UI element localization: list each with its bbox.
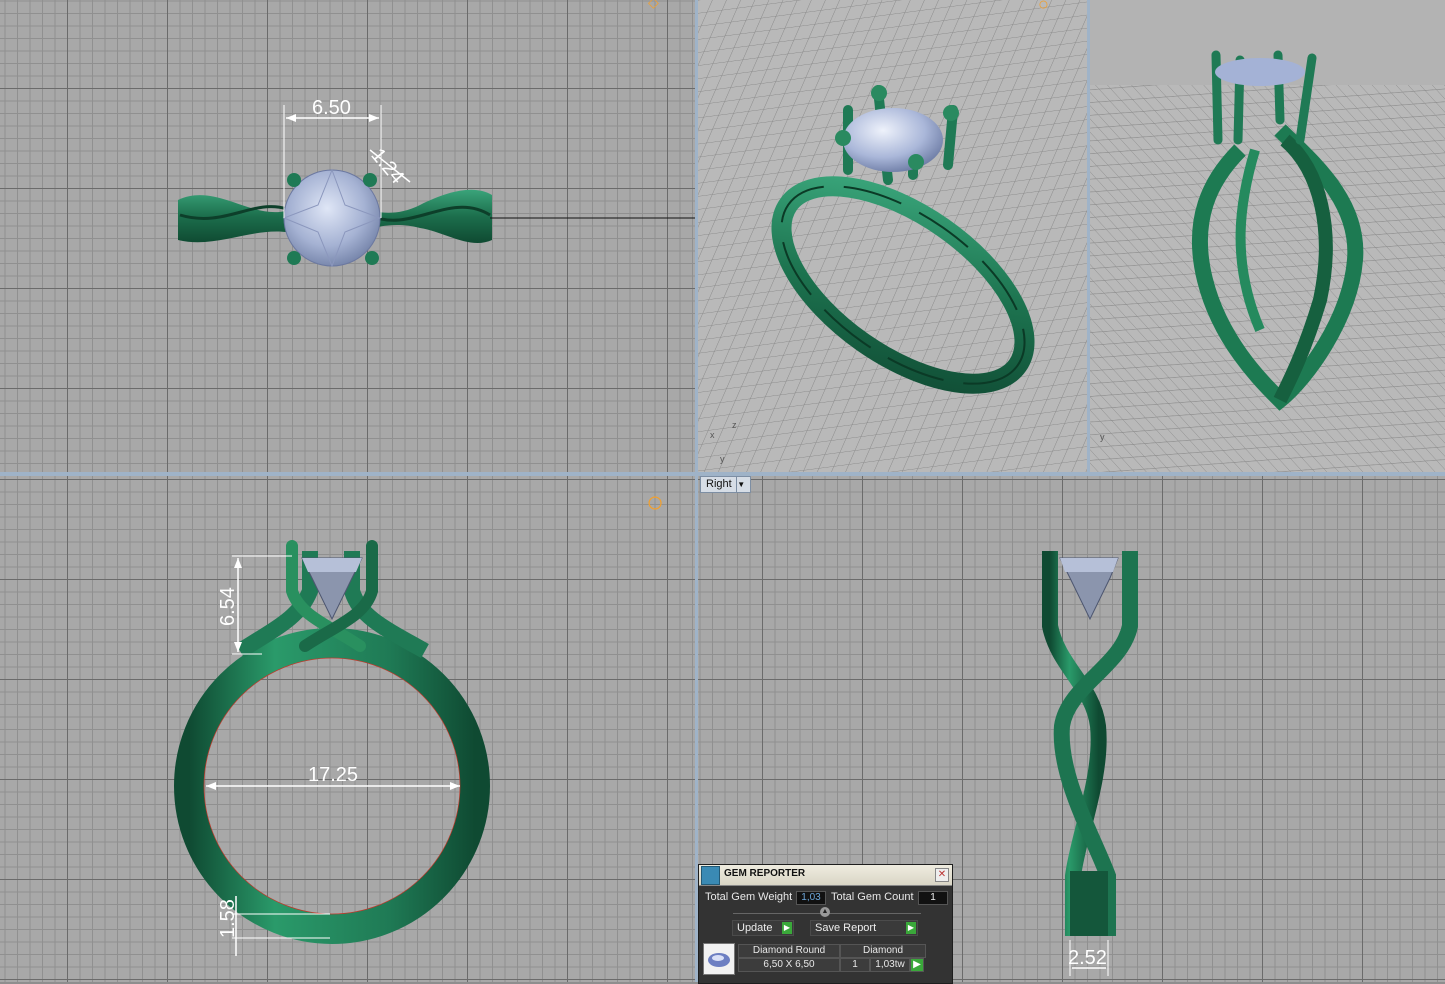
play-icon: ▶ xyxy=(782,922,792,934)
viewport-front[interactable]: 6.54 17.25 1.58 ○ xyxy=(0,476,695,982)
update-button[interactable]: Update ▶ xyxy=(732,920,794,936)
gem-weight: 1,03tw xyxy=(870,958,910,972)
gem-persp xyxy=(843,108,943,172)
play-icon: ▶ xyxy=(906,922,916,934)
dim-front-height: 6.54 xyxy=(217,587,239,626)
gem-reporter-titlebar[interactable]: GEM REPORTER ✕ xyxy=(699,865,952,886)
dim-right-width: 2.52 xyxy=(1068,947,1107,969)
axis-x-label: x xyxy=(710,430,715,440)
diamond-round-icon xyxy=(703,943,735,975)
collapse-icon[interactable]: ▲ xyxy=(820,907,830,917)
gem-reporter-title: GEM REPORTER xyxy=(724,868,806,879)
view-gizmo-icon[interactable]: ◇ xyxy=(648,0,659,11)
gem-reporter-icon xyxy=(701,866,720,885)
view-gizmo-icon[interactable]: ○ xyxy=(1038,0,1049,15)
ring-side-perspective-view: y xyxy=(1090,0,1445,472)
view-gizmo-icon[interactable]: ○ xyxy=(646,486,664,520)
dim-front-inner-diameter: 17.25 xyxy=(308,764,358,786)
viewport-perspective-2[interactable]: y xyxy=(1090,0,1445,472)
update-button-label: Update xyxy=(737,922,773,934)
chevron-down-icon[interactable]: ▼ xyxy=(735,477,746,492)
viewport-name-label: Right xyxy=(706,478,732,490)
ring-front-view: 6.54 17.25 1.58 xyxy=(174,540,490,956)
close-icon[interactable]: ✕ xyxy=(935,868,949,882)
total-gem-count-value: 1 xyxy=(918,891,948,905)
total-gem-weight-value: 1,03 xyxy=(796,891,826,905)
ring-perspective-view: x y z xyxy=(698,0,1087,472)
gem-list-item[interactable]: Diamond Round Diamond 6,50 X 6,50 1 1,03… xyxy=(703,943,926,975)
dim-front-thickness: 1.58 xyxy=(217,899,239,938)
gem-name: Diamond Round xyxy=(738,944,840,958)
dim-top-width: 6.50 xyxy=(312,97,351,119)
gem-side-persp xyxy=(1215,58,1305,86)
gem-material: Diamond xyxy=(840,944,926,958)
gem-count: 1 xyxy=(840,958,870,972)
viewport-name-dropdown[interactable]: Right ▼ xyxy=(700,476,751,493)
save-report-button[interactable]: Save Report ▶ xyxy=(810,920,918,936)
total-gem-count-label: Total Gem Count xyxy=(831,891,914,903)
axis-y-label: y xyxy=(720,454,725,464)
svg-text:y: y xyxy=(1100,432,1105,442)
total-gem-weight-label: Total Gem Weight xyxy=(705,891,793,903)
gem-reporter-panel: GEM REPORTER ✕ Total Gem Weight 1,03 Tot… xyxy=(698,864,953,984)
viewport-top[interactable]: 6.50 1.24 ◇ xyxy=(0,0,695,472)
axis-z-label: z xyxy=(732,420,737,430)
gem-size: 6,50 X 6,50 xyxy=(738,958,840,972)
gem-select-icon[interactable]: ▶ xyxy=(910,958,924,972)
save-report-button-label: Save Report xyxy=(815,922,877,934)
ring-top-view: 6.50 1.24 xyxy=(178,97,695,268)
viewport-perspective[interactable]: x y z ○ xyxy=(698,0,1087,472)
